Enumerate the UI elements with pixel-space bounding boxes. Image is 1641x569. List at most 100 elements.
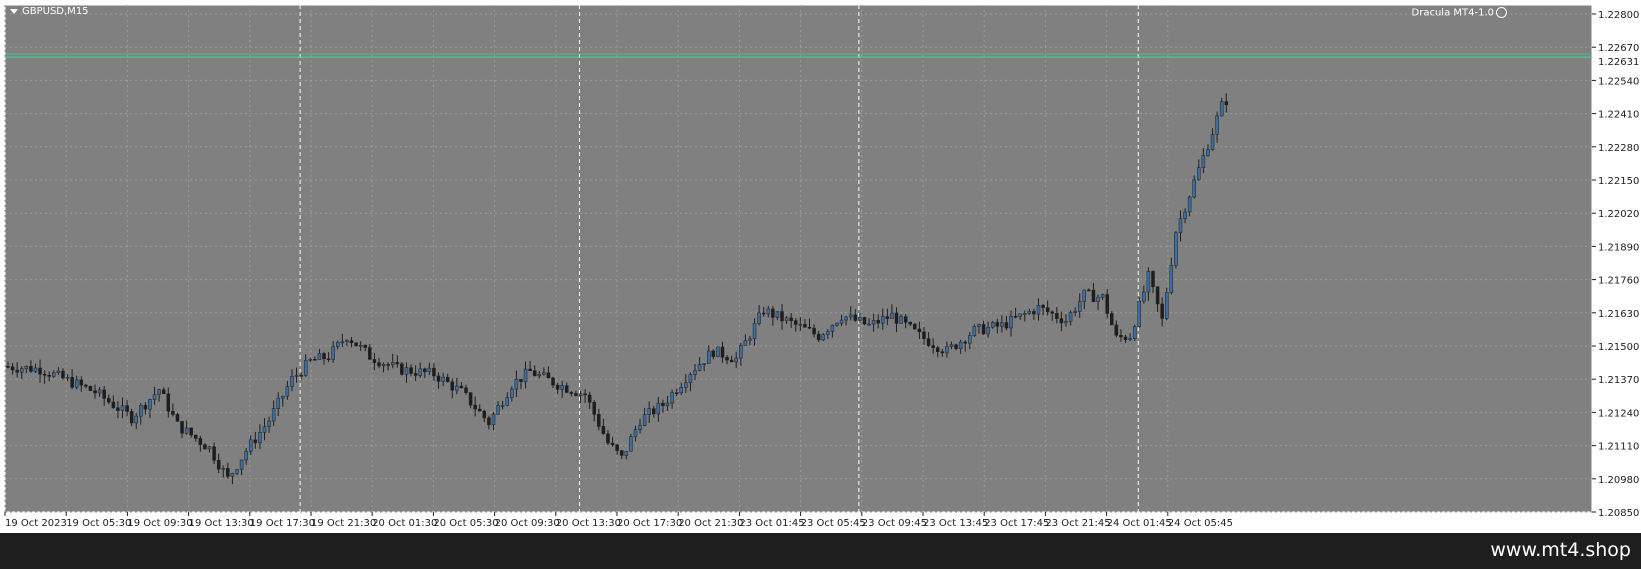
candle-body — [116, 407, 120, 411]
time-axis[interactable]: 19 Oct 2023 19 Oct 05:3019 Oct 09:3019 Oc… — [4, 512, 1233, 529]
x-tick-label: 23 Oct 13:45 — [923, 518, 988, 529]
candle-body — [281, 395, 285, 399]
candle-body — [739, 345, 743, 359]
candle-body — [528, 368, 532, 371]
candle-body — [79, 379, 84, 386]
candle-body — [496, 405, 500, 415]
candle-body — [363, 345, 367, 348]
candle-body — [244, 451, 248, 461]
candle-body — [1073, 311, 1077, 313]
candle-body — [725, 357, 729, 361]
candle-body — [33, 367, 38, 372]
chart-window[interactable]: 1.22800 1.22670 1.22540 1.22410 1.22280 1.221… — [0, 0, 1641, 533]
candle-body — [290, 376, 294, 387]
candle-body — [505, 397, 509, 406]
candle-body — [743, 340, 748, 346]
candle-body — [326, 358, 331, 361]
candle-body — [1032, 311, 1036, 315]
candle-body — [111, 401, 116, 409]
x-tick-label: 19 Oct 2023 — [5, 518, 67, 529]
price-axis[interactable]: 1.22800 1.22670 1.22540 1.22410 1.22280 1.221… — [1592, 10, 1639, 519]
candle-body — [642, 414, 647, 426]
x-tick-label: 20 Oct 13:30 — [556, 518, 621, 529]
candle-body — [839, 319, 844, 324]
candle-body — [271, 408, 276, 422]
y-tick-label: 1.21240 — [1598, 408, 1639, 419]
candle-body — [674, 392, 679, 394]
y-tick-label: 1.20850 — [1598, 508, 1639, 519]
candle-body — [1055, 313, 1059, 319]
candle-body — [510, 388, 514, 398]
candle-body — [129, 411, 134, 424]
candle-body — [922, 331, 926, 339]
y-tick-label: 1.22150 — [1598, 176, 1639, 187]
candle-body — [1023, 313, 1027, 315]
candle-body — [798, 324, 803, 326]
candle-body — [1041, 305, 1045, 308]
candle-body — [569, 392, 574, 394]
candle-body — [771, 308, 775, 318]
candle-body — [1155, 286, 1160, 305]
candle-body — [38, 367, 42, 375]
candle-body — [652, 408, 656, 415]
candle-body — [1206, 149, 1210, 156]
candle-body — [761, 312, 766, 315]
candle-body — [972, 326, 977, 336]
candle-body — [812, 327, 816, 335]
candle-body — [1110, 313, 1114, 326]
candle-body — [336, 341, 340, 347]
candle-body — [1077, 301, 1082, 312]
candle-body — [65, 377, 70, 379]
current-price-label: 1.22631 — [1598, 57, 1639, 68]
y-tick-label: 1.20980 — [1598, 475, 1639, 486]
candle-body — [445, 377, 450, 383]
chart-canvas[interactable]: 1.22800 1.22670 1.22540 1.22410 1.22280 1.221… — [0, 0, 1641, 533]
candle-body — [390, 362, 395, 366]
candle-body — [450, 381, 455, 391]
candle-body — [720, 346, 725, 358]
candle-body — [693, 370, 697, 375]
candle-body — [1068, 312, 1073, 322]
candle-body — [981, 324, 986, 335]
candle-body — [253, 439, 258, 444]
symbol-timeframe-label[interactable]: GBPUSD,M15 — [10, 6, 89, 17]
candle-body — [276, 397, 280, 409]
candle-body — [6, 366, 10, 368]
candle-body — [1004, 322, 1009, 329]
ea-name: Dracula MT4-1.0 — [1411, 7, 1494, 19]
candle-body — [1178, 218, 1183, 234]
candle-body — [175, 414, 180, 422]
candle-body — [903, 316, 908, 323]
candle-body — [748, 338, 752, 341]
candle-body — [317, 353, 322, 360]
candle-body — [848, 314, 853, 318]
candle-body — [899, 316, 903, 324]
expert-advisor-label[interactable]: Dracula MT4-1.0 — [1412, 7, 1507, 19]
candle-body — [285, 386, 290, 397]
candle-body — [93, 390, 97, 394]
candle-body — [908, 322, 913, 325]
dropdown-triangle-icon[interactable] — [10, 8, 18, 14]
candle-body — [303, 359, 308, 376]
x-tick-label: 20 Oct 01:30 — [372, 518, 437, 529]
candle-body — [102, 389, 106, 399]
current-price-tag: 1.22631 — [1594, 55, 1639, 68]
candle-body — [258, 432, 262, 444]
candle-body — [47, 375, 51, 377]
candle-body — [734, 357, 738, 363]
candle-body — [477, 408, 482, 412]
y-tick-label: 1.22020 — [1598, 209, 1639, 220]
candle-body — [432, 367, 436, 377]
candle-body — [198, 438, 203, 445]
candle-body — [84, 384, 88, 387]
candle-body — [441, 377, 445, 382]
candle-body — [1146, 271, 1151, 293]
y-tick-label: 1.22280 — [1598, 143, 1639, 154]
candle-body — [574, 393, 578, 396]
candle-body — [679, 387, 684, 394]
x-tick-label: 19 Oct 09:30 — [127, 518, 192, 529]
candle-body — [867, 323, 871, 326]
candle-body — [1169, 265, 1174, 293]
y-tick-label: 1.21630 — [1598, 309, 1639, 320]
candle-body — [629, 436, 633, 452]
